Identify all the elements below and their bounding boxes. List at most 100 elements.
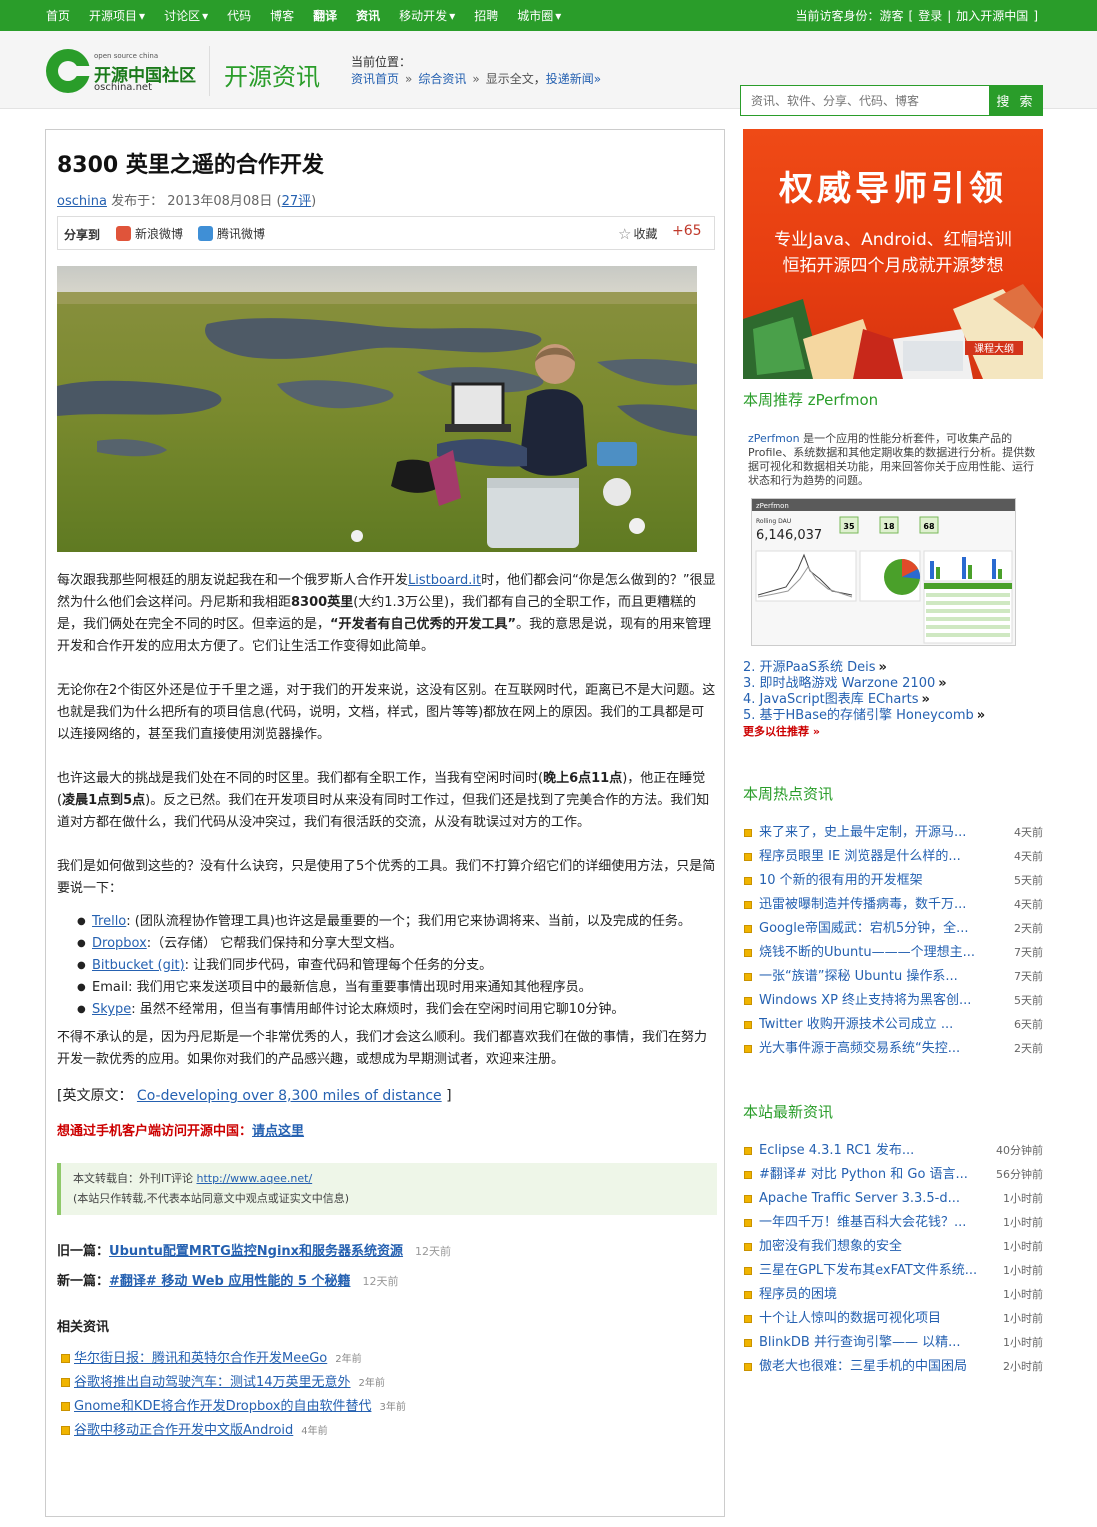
weekly-recommend-heading[interactable]: 本周推荐 zPerfmon [743, 389, 878, 410]
next-article-link[interactable]: #翻译# 移动 Web 应用性能的 5 个秘籍 [109, 1274, 350, 1289]
news-title[interactable]: 一年四千万！维基百科大会花钱？... [759, 1211, 987, 1235]
recommend-item[interactable]: 4. JavaScript图表库 ECharts» [743, 692, 985, 708]
join-link[interactable]: 加入开源中国 [956, 7, 1028, 24]
news-time: 5天前 [1014, 994, 1043, 1007]
news-item[interactable]: 一张“族谱”探秘 Ubuntu 操作系... 7天前 [743, 965, 1043, 989]
news-title[interactable]: Twitter 收购开源技术公司成立 ... [759, 1013, 987, 1037]
nav-item[interactable]: 博客 [270, 7, 294, 24]
news-title[interactable]: Windows XP 终止支持将为黑客创... [759, 989, 987, 1013]
news-item[interactable]: 10 个新的很有用的开发框架 5天前 [743, 869, 1043, 893]
news-item[interactable]: 烧钱不断的Ubuntu———个理想主... 7天前 [743, 941, 1043, 965]
search-button[interactable]: 搜 索 [989, 85, 1043, 116]
more-recommend-link[interactable]: 更多以往推荐 » [743, 724, 985, 740]
recommend-item[interactable]: 3. 即时战略游戏 Warzone 2100» [743, 676, 985, 692]
news-title[interactable]: 程序员的困境 [759, 1283, 987, 1307]
tool-link[interactable]: Trello [92, 914, 126, 929]
login-link[interactable]: 登录 [918, 7, 942, 24]
news-item[interactable]: 来了来了，史上最牛定制，开源马... 4天前 [743, 821, 1043, 845]
news-title[interactable]: 傲老大也很难：三星手机的中国困局 [759, 1355, 987, 1379]
nav-item[interactable]: 招聘 [474, 7, 498, 24]
news-title[interactable]: 烧钱不断的Ubuntu———个理想主... [759, 941, 987, 965]
news-item[interactable]: 三星在GPL下发布其exFAT文件系统... 1小时前 [743, 1259, 1043, 1283]
news-item[interactable]: 加密没有我们想象的安全 1小时前 [743, 1235, 1043, 1259]
tool-link[interactable]: Skype [92, 1002, 131, 1017]
news-item[interactable]: 一年四千万！维基百科大会花钱？... 1小时前 [743, 1211, 1043, 1235]
news-title[interactable]: 光大事件源于高频交易系统“失控... [759, 1037, 987, 1061]
share-weibo[interactable]: 新浪微博 [116, 225, 183, 242]
news-title[interactable]: 加密没有我们想象的安全 [759, 1235, 987, 1259]
news-item[interactable]: Twitter 收购开源技术公司成立 ... 6天前 [743, 1013, 1043, 1037]
recommend-item[interactable]: 2. 开源PaaS系统 Deis» [743, 660, 985, 676]
nav-item[interactable]: 翻译 [313, 7, 337, 24]
related-link[interactable]: 谷歌中移动正合作开发中文版Android [74, 1423, 293, 1438]
tool-link[interactable]: Bitbucket (git) [92, 958, 185, 973]
published-label: 发布于： [111, 194, 164, 209]
crumb-home[interactable]: 资讯首页 [351, 72, 399, 86]
divider: | [947, 8, 952, 23]
search-input[interactable] [740, 85, 989, 116]
news-title[interactable]: 程序员眼里 IE 浏览器是什么样的... [759, 845, 987, 869]
news-title[interactable]: 10 个新的很有用的开发框架 [759, 869, 987, 893]
zperfmon-link[interactable]: zPerfmon [748, 432, 800, 445]
training-ad-banner[interactable]: 权威导师引领 专业Java、Android、红帽培训 恒拓开源四个月成就开源梦想… [743, 129, 1043, 379]
origin-link[interactable]: Co-developing over 8,300 miles of distan… [137, 1088, 442, 1104]
submit-news-link[interactable]: 投递新闻» [546, 72, 601, 86]
star-icon: ☆ [618, 225, 632, 243]
news-item[interactable]: 光大事件源于高频交易系统“失控... 2天前 [743, 1037, 1043, 1061]
favorite-button[interactable]: ☆ 收藏 [618, 225, 657, 243]
hot-news-list: 来了来了，史上最牛定制，开源马... 4天前 程序员眼里 IE 浏览器是什么样的..… [743, 821, 1043, 1061]
news-title[interactable]: BlinkDB 并行查询引擎—— 以精... [759, 1331, 987, 1355]
news-title[interactable]: 三星在GPL下发布其exFAT文件系统... [759, 1259, 987, 1283]
share-qq[interactable]: 腾讯微博 [198, 225, 265, 242]
zperfmon-screenshot[interactable]: zPerfmon Rolling DAU 6,146,037 35 18 68 [751, 498, 1016, 646]
news-item[interactable]: BlinkDB 并行查询引擎—— 以精... 1小时前 [743, 1331, 1043, 1355]
mobile-tip-text: 想通过手机客户端访问开源中国： [57, 1124, 253, 1139]
nav-item[interactable]: 讨论区 ▾ [164, 7, 208, 24]
news-title[interactable]: 迅雷被曝制造并传播病毒，数千万... [759, 893, 987, 917]
comments-close: ) [311, 194, 317, 209]
news-title[interactable]: Google帝国威武：宕机5分钟，全... [759, 917, 987, 941]
news-item[interactable]: Apache Traffic Server 3.3.5-d... 1小时前 [743, 1187, 1043, 1211]
news-time: 4天前 [1014, 898, 1043, 911]
comments-link[interactable]: 27评 [282, 194, 312, 209]
news-time: 1小时前 [1003, 1264, 1043, 1277]
news-title[interactable]: 来了来了，史上最牛定制，开源马... [759, 821, 987, 845]
tool-link[interactable]: Dropbox [92, 936, 147, 951]
news-title[interactable]: Eclipse 4.3.1 RC1 发布... [759, 1139, 987, 1163]
news-title[interactable]: #翻译# 对比 Python 和 Go 语言... [759, 1163, 987, 1187]
mobile-link[interactable]: 请点这里 [252, 1124, 304, 1139]
news-item[interactable]: 迅雷被曝制造并传播病毒，数千万... 4天前 [743, 893, 1043, 917]
section-title[interactable]: 开源资讯 [224, 57, 320, 92]
listboard-link[interactable]: Listboard.it [408, 573, 481, 588]
nav-item[interactable]: 城市圈 ▾ [517, 7, 561, 24]
nav-item[interactable]: 代码 [227, 7, 251, 24]
news-title[interactable]: 一张“族谱”探秘 Ubuntu 操作系... [759, 965, 987, 989]
news-item[interactable]: Eclipse 4.3.1 RC1 发布... 40分钟前 [743, 1139, 1043, 1163]
news-item[interactable]: Windows XP 终止支持将为黑客创... 5天前 [743, 989, 1043, 1013]
prev-article-link[interactable]: Ubuntu配置MRTG监控Nginx和服务器系统资源 [109, 1244, 403, 1259]
repost-source-link[interactable]: http://www.aqee.net/ [196, 1172, 312, 1185]
author-link[interactable]: oschina [57, 194, 107, 209]
related-link[interactable]: 华尔街日报：腾讯和英特尔合作开发MeeGo [74, 1351, 327, 1366]
oschina-logo[interactable]: open source china 开源中国社区 oschina.net [46, 47, 196, 97]
news-title[interactable]: 十个让人惊叫的数据可视化项目 [759, 1307, 987, 1331]
news-item[interactable]: 程序员的困境 1小时前 [743, 1283, 1043, 1307]
crumb-arrow: » [405, 72, 413, 86]
visitor-identity: 当前访客身份：游客 [795, 9, 904, 23]
news-item[interactable]: Google帝国威武：宕机5分钟，全... 2天前 [743, 917, 1043, 941]
nav-item[interactable]: 首页 [46, 7, 70, 24]
nav-item[interactable]: 开源项目 ▾ [89, 7, 145, 24]
news-item[interactable]: 十个让人惊叫的数据可视化项目 1小时前 [743, 1307, 1043, 1331]
news-title[interactable]: Apache Traffic Server 3.3.5-d... [759, 1187, 987, 1211]
recommend-item[interactable]: 5. 基于HBase的存储引擎 Honeycomb» [743, 708, 985, 724]
crumb-category[interactable]: 综合资讯 [418, 72, 466, 86]
nav-item[interactable]: 资讯 [356, 7, 380, 24]
related-link[interactable]: Gnome和KDE将合作开发Dropbox的自由软件替代 [74, 1399, 371, 1414]
news-item[interactable]: 程序员眼里 IE 浏览器是什么样的... 4天前 [743, 845, 1043, 869]
news-item[interactable]: 傲老大也很难：三星手机的中国困局 2小时前 [743, 1355, 1043, 1379]
related-time: 3年前 [379, 1402, 406, 1413]
nav-item[interactable]: 移动开发 ▾ [399, 7, 455, 24]
news-item[interactable]: #翻译# 对比 Python 和 Go 语言... 56分钟前 [743, 1163, 1043, 1187]
related-link[interactable]: 谷歌将推出自动驾驶汽车：测试14万英里无意外 [74, 1375, 351, 1390]
nav-item-label: 资讯 [356, 9, 381, 23]
